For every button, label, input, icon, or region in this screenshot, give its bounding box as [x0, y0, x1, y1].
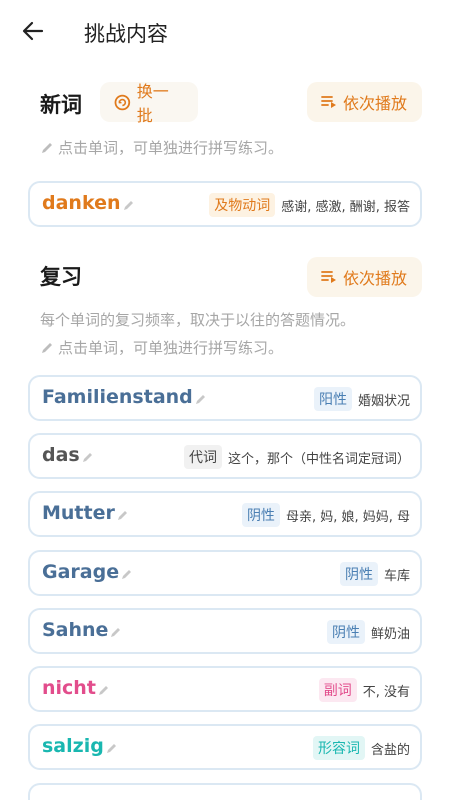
- edit-icon: [82, 453, 92, 462]
- word-label: Familienstand: [42, 386, 193, 408]
- refresh-icon: [114, 94, 131, 110]
- pos-badge: 阳性: [313, 387, 352, 411]
- word-text: salzig: [42, 735, 117, 757]
- review-play-sequence-button[interactable]: 依次播放: [307, 257, 422, 297]
- word-label: Mutter: [42, 502, 115, 524]
- new-words-title: 新词: [40, 93, 82, 117]
- back-button[interactable]: [18, 14, 48, 48]
- word-label: Sahne: [42, 619, 109, 641]
- new-words-hint: 点击单词，可单独进行拼写练习。: [40, 137, 283, 158]
- word-card-salzig[interactable]: salzig 形容词 含盐的: [28, 724, 422, 770]
- pencil-icon: [42, 142, 52, 153]
- edit-icon: [111, 628, 121, 637]
- word-text: nicht: [42, 677, 109, 699]
- word-text: Garage: [42, 561, 132, 583]
- edit-icon: [117, 511, 127, 520]
- word-card-mutter[interactable]: Mutter 阴性 母亲, 妈, 娘, 妈妈, 母: [28, 491, 422, 537]
- edit-icon: [122, 570, 132, 579]
- word-text: Sahne: [42, 619, 121, 641]
- playlist-icon: [321, 271, 336, 283]
- meaning-text: 母亲, 妈, 娘, 妈妈, 母: [285, 509, 410, 525]
- word-card-familienstand[interactable]: Familienstand 阳性 婚姻状况: [28, 375, 422, 421]
- word-label: nicht: [42, 677, 96, 699]
- word-card-nicht[interactable]: nicht 副词 不, 没有: [28, 666, 422, 712]
- pos-badge: 代词: [183, 445, 222, 469]
- edit-icon: [98, 686, 108, 695]
- word-text: danken: [42, 192, 134, 214]
- meaning-text: 车库: [383, 568, 410, 584]
- playlist-icon: [321, 96, 336, 108]
- review-play-sequence-label: 依次播放: [343, 269, 408, 288]
- page-title: 挑战内容: [84, 22, 168, 46]
- word-card-sahne[interactable]: Sahne 阴性 鲜奶油: [28, 608, 422, 654]
- meaning-text: 这个，那个（中性名词定冠词）: [227, 451, 410, 467]
- refresh-batch-label: 换一批: [136, 82, 169, 125]
- pos-badge: 阴性: [326, 620, 365, 644]
- meaning-text: 不, 没有: [362, 684, 410, 700]
- review-description: 每个单词的复习频率，取决于以往的答题情况。: [40, 309, 355, 330]
- review-hint: 点击单词，可单独进行拼写练习。: [40, 337, 283, 358]
- play-sequence-button[interactable]: 依次播放: [307, 82, 422, 122]
- word-card-das[interactable]: das 代词 这个，那个（中性名词定冠词）: [28, 433, 422, 479]
- meaning-text: 感谢, 感激, 酬谢, 报答: [281, 199, 410, 215]
- word-label: salzig: [42, 735, 104, 757]
- edit-icon: [106, 744, 116, 753]
- arrow-left-icon: [22, 21, 44, 41]
- word-card-danken[interactable]: danken 及物动词 感谢, 感激, 酬谢, 报答: [28, 181, 422, 227]
- review-title: 复习: [40, 265, 82, 289]
- play-sequence-label: 依次播放: [343, 94, 408, 113]
- word-card-partial[interactable]: [28, 783, 422, 800]
- word-text: Mutter: [42, 502, 128, 524]
- word-label: Garage: [42, 561, 120, 583]
- pos-badge: 形容词: [312, 736, 365, 760]
- edit-icon: [195, 395, 205, 404]
- meaning-text: 鲜奶油: [370, 626, 410, 642]
- meaning-text: 含盐的: [370, 742, 410, 758]
- top-bar: 挑战内容: [0, 0, 450, 64]
- pos-badge: 阴性: [339, 562, 378, 586]
- pos-badge: 阴性: [241, 503, 280, 527]
- review-hint-text: 点击单词，可单独进行拼写练习。: [58, 339, 284, 357]
- word-label: danken: [42, 192, 121, 214]
- pencil-icon: [42, 342, 52, 353]
- word-card-garage[interactable]: Garage 阴性 车库: [28, 550, 422, 596]
- review-description-text: 每个单词的复习频率，取决于以往的答题情况。: [40, 311, 356, 329]
- pos-badge: 及物动词: [209, 193, 276, 217]
- pos-badge: 副词: [318, 678, 357, 702]
- word-label: das: [42, 444, 80, 466]
- word-text: Familienstand: [42, 386, 206, 408]
- refresh-batch-button[interactable]: 换一批: [100, 82, 198, 125]
- word-text: das: [42, 444, 93, 466]
- new-words-hint-text: 点击单词，可单独进行拼写练习。: [58, 139, 284, 157]
- edit-icon: [123, 201, 133, 210]
- meaning-text: 婚姻状况: [357, 393, 410, 409]
